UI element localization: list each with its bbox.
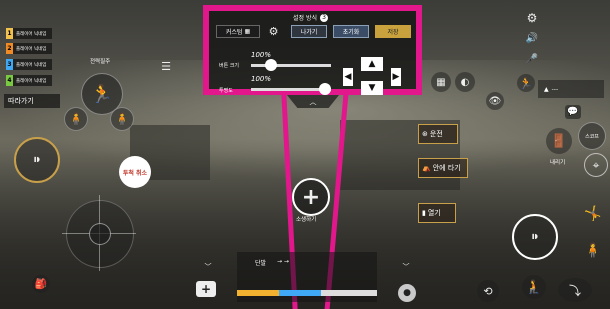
custom-button[interactable]: 커스텀 ▦ xyxy=(216,25,260,38)
reset-button[interactable]: 초기화 xyxy=(333,25,369,38)
passenger-label: 안에 타기 xyxy=(432,164,461,172)
right-fire-button[interactable]: ⁍ xyxy=(512,214,558,260)
layout-settings-panel: 설정 방식 3 커스텀 ▦ ⚙ 나가기 초기화 저장 버튼 크기 100% 투명… xyxy=(203,5,422,95)
size-slider-track[interactable] xyxy=(251,64,331,67)
cancel-throw-button[interactable]: 투척 취소 xyxy=(119,156,151,188)
settings-gear-icon[interactable]: ⚙ xyxy=(525,11,539,25)
prone-icon[interactable]: ⤵ xyxy=(558,278,592,302)
emote-icon[interactable]: ▦ xyxy=(431,72,451,92)
size-slider-knob[interactable] xyxy=(265,59,277,71)
save-button[interactable]: 저장 xyxy=(375,25,411,38)
jump-icon[interactable]: 🤸 xyxy=(582,203,604,225)
open-button[interactable]: ▮ 열기 xyxy=(418,203,456,223)
left-fire-button[interactable]: ⁍ xyxy=(14,137,60,183)
opacity-label: 투명도 xyxy=(219,88,233,94)
lean-icon[interactable]: 🧍 xyxy=(582,240,604,262)
team-member-3: 3 플레이어 닉네임 xyxy=(6,59,52,70)
reset-label: 초기화 xyxy=(342,29,360,36)
chevron-down-icon: ﹀ xyxy=(402,263,410,271)
team-number: 3 xyxy=(6,59,13,70)
team-list-icon[interactable]: ☰ xyxy=(158,58,174,74)
chevron-down-icon: ﹀ xyxy=(204,263,212,271)
team-member-1: 1 플레이어 닉네임 xyxy=(6,28,52,39)
team-name: 플레이어 닉네임 xyxy=(16,78,47,84)
cancel-throw-label: 투척 취소 xyxy=(122,169,148,177)
weapon-bar-stripe xyxy=(237,290,377,296)
warning-icon: ▲ xyxy=(544,85,549,93)
summon-button[interactable]: + xyxy=(292,178,330,216)
mode-title-text: 설정 방식 xyxy=(293,15,317,22)
crosshair-icon[interactable]: ⌖ xyxy=(584,153,608,177)
backpack-icon[interactable]: 🎒 xyxy=(32,275,50,293)
prone-button[interactable]: 🧍 xyxy=(110,107,134,131)
follow-button[interactable]: 따라가기 xyxy=(4,94,60,108)
team-member-4: 4 플레이어 닉네임 xyxy=(6,75,52,86)
chat-icon[interactable]: 💬 xyxy=(565,105,581,119)
passenger-button[interactable]: ⛺ 안에 타기 xyxy=(418,158,468,178)
move-left-button[interactable]: ◀ xyxy=(343,68,353,86)
opacity-value: 100% xyxy=(251,75,272,83)
eye-icon[interactable]: 👁 xyxy=(486,92,504,110)
team-name: 플레이어 닉네임 xyxy=(16,46,47,52)
summon-label: 소생하기 xyxy=(296,217,317,223)
getoff-button[interactable]: 🚪 xyxy=(546,128,572,154)
weapon-arrows: → → xyxy=(277,258,289,265)
size-label: 버튼 크기 xyxy=(219,63,239,69)
run-icon[interactable]: 🏃 xyxy=(517,74,535,92)
scope-label: 스코프 xyxy=(585,133,599,140)
move-down-button[interactable]: ▼ xyxy=(361,81,383,95)
move-up-button[interactable]: ▲ xyxy=(361,57,383,71)
grid-icon: ▦ xyxy=(244,28,251,35)
chevron-up-icon: ︿ xyxy=(309,97,317,106)
save-label: 저장 xyxy=(387,29,399,36)
mode-badge: 3 xyxy=(320,13,328,22)
team-number: 1 xyxy=(6,28,13,39)
reload-icon[interactable]: ⟲ xyxy=(477,280,499,302)
scope-button[interactable]: 스코프 xyxy=(578,122,606,150)
door-icon: ▮ xyxy=(422,209,426,217)
gear-icon[interactable]: ⚙ xyxy=(267,25,280,38)
team-name: 플레이어 닉네임 xyxy=(16,62,47,68)
fire-mode-label: 단발 xyxy=(255,260,267,267)
team-number: 2 xyxy=(6,43,13,54)
custom-label: 커스텀 xyxy=(225,29,243,36)
mode-title: 설정 방식 3 xyxy=(293,13,328,22)
drive-button[interactable]: ⊛ 운전 xyxy=(418,124,458,144)
joystick-knob[interactable] xyxy=(89,223,111,245)
minimap-label: --- xyxy=(551,85,559,93)
crouch-icon[interactable]: 🧎 xyxy=(522,275,546,299)
medkit-icon[interactable]: + xyxy=(196,281,216,297)
team-name: 플레이어 닉네임 xyxy=(16,31,47,37)
size-value: 100% xyxy=(251,51,272,59)
opacity-slider-knob[interactable] xyxy=(319,83,331,95)
team-member-2: 2 플레이어 닉네임 xyxy=(6,43,52,54)
crouch-button[interactable]: 🧍 xyxy=(64,107,88,131)
steering-wheel-icon: ⊛ xyxy=(422,130,428,138)
minimap[interactable]: ▲ --- xyxy=(538,80,604,98)
throwable-icon[interactable]: ● xyxy=(398,284,416,302)
exit-label: 나가기 xyxy=(300,29,318,36)
microphone-icon[interactable]: 🎤 xyxy=(525,52,539,66)
follow-label: 따라가기 xyxy=(8,97,34,105)
item-icon[interactable]: ◐ xyxy=(455,72,475,92)
exit-button[interactable]: 나가기 xyxy=(291,25,327,38)
drive-label: 운전 xyxy=(429,130,443,138)
move-right-button[interactable]: ▶ xyxy=(391,68,401,86)
speaker-icon[interactable]: 🔊 xyxy=(525,31,539,45)
team-number: 4 xyxy=(6,75,13,86)
sprint-label: 전력질주 xyxy=(90,59,111,65)
seat-icon: ⛺ xyxy=(422,164,431,172)
getoff-label: 내리기 xyxy=(550,160,566,166)
open-label: 열기 xyxy=(427,209,441,217)
